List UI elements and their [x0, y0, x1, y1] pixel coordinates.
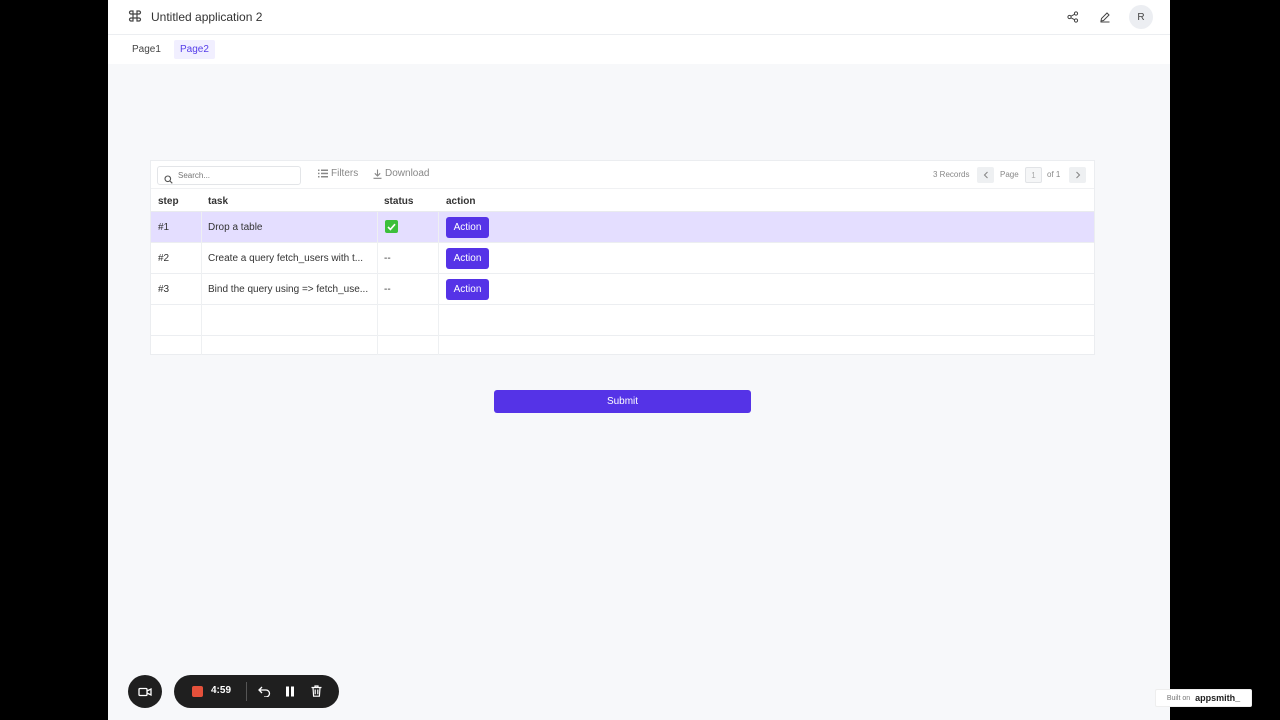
tab-page1[interactable]: Page1: [126, 40, 167, 59]
data-table: Filters Download 3 Records Page 1 of 1 s…: [150, 160, 1095, 355]
cell-step: #2: [158, 253, 170, 264]
cell-step: #1: [158, 222, 170, 233]
cell-task: Create a query fetch_users with t...: [208, 253, 364, 264]
recording-toolbar: 4:59: [174, 675, 339, 708]
download-label: Download: [385, 168, 430, 179]
search-input[interactable]: [178, 169, 296, 182]
pause-icon[interactable]: [283, 684, 297, 698]
download-button[interactable]: Download: [373, 168, 429, 179]
column-header-status[interactable]: status: [384, 196, 413, 207]
column-header-step[interactable]: step: [158, 196, 179, 207]
cell-step: #3: [158, 284, 170, 295]
chevron-left-icon: [983, 171, 988, 179]
check-mark-icon: [385, 220, 398, 233]
page-label: Page: [1000, 170, 1019, 179]
undo-icon[interactable]: [257, 684, 271, 698]
table-header: step task status action: [151, 189, 1094, 212]
action-button[interactable]: Action: [446, 248, 489, 269]
cell-status: --: [384, 284, 391, 295]
camera-button[interactable]: [128, 675, 162, 708]
trash-icon[interactable]: [309, 684, 323, 698]
filters-label: Filters: [331, 168, 359, 179]
appsmith-logo: appsmith_: [1195, 693, 1241, 703]
recording-timer: 4:59: [211, 685, 232, 696]
submit-button[interactable]: Submit: [494, 390, 751, 413]
table-row[interactable]: #2 Create a query fetch_users with t... …: [151, 243, 1094, 274]
total-pages: of 1: [1047, 170, 1061, 179]
app-title: Untitled application 2: [151, 10, 263, 24]
app-menu-icon[interactable]: [128, 9, 142, 23]
toolbar-divider: [246, 682, 247, 701]
search-icon: [164, 171, 173, 189]
app-header: Untitled application 2 R: [108, 0, 1170, 35]
table-row[interactable]: #3 Bind the query using => fetch_use... …: [151, 274, 1094, 305]
column-divider: [438, 212, 439, 355]
video-camera-icon: [138, 687, 152, 696]
action-button[interactable]: Action: [446, 279, 489, 300]
download-icon: [373, 169, 382, 179]
table-search[interactable]: [157, 166, 301, 185]
share-icon[interactable]: [1065, 9, 1081, 25]
tab-page2[interactable]: Page2: [174, 40, 215, 59]
user-avatar[interactable]: R: [1129, 5, 1153, 29]
records-count: 3 Records: [933, 170, 970, 179]
chevron-right-icon: [1075, 171, 1080, 179]
column-divider: [377, 212, 378, 355]
action-button[interactable]: Action: [446, 217, 489, 238]
cell-status: --: [384, 253, 391, 264]
edit-icon[interactable]: [1097, 9, 1113, 25]
app-viewer: Untitled application 2 R Page1 Page2 Fil…: [108, 0, 1252, 720]
cell-task: Drop a table: [208, 222, 263, 233]
cell-task: Bind the query using => fetch_use...: [208, 284, 369, 295]
table-toolbar: Filters Download 3 Records Page 1 of 1: [151, 161, 1094, 189]
empty-row: [151, 305, 1094, 336]
filter-list-icon: [318, 169, 328, 178]
built-on-badge[interactable]: Built on appsmith_: [1155, 689, 1252, 707]
column-header-task[interactable]: task: [208, 196, 228, 207]
built-on-label: Built on: [1166, 694, 1191, 702]
next-page-button[interactable]: [1069, 167, 1086, 183]
page-tabs: Page1 Page2: [108, 35, 1170, 64]
table-row[interactable]: #1 Drop a table Action: [151, 212, 1094, 243]
filters-button[interactable]: Filters: [318, 168, 358, 179]
column-header-action[interactable]: action: [446, 196, 475, 207]
prev-page-button[interactable]: [977, 167, 994, 183]
page-number-input[interactable]: 1: [1025, 167, 1042, 183]
column-divider: [201, 212, 202, 355]
stop-recording-button[interactable]: [192, 686, 203, 697]
